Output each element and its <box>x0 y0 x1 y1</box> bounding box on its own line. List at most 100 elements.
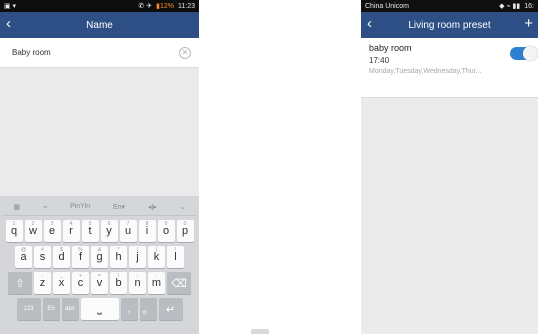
back-icon[interactable]: ‹ <box>367 16 372 32</box>
enter-key[interactable]: ↵ <box>158 298 183 320</box>
preset-list-screen: China Unicom ◆ ⌁ ▮▮ 16: ‹ Living room pr… <box>361 0 538 334</box>
toggle-knob <box>523 46 538 61</box>
key-x[interactable]: _ x <box>53 272 70 294</box>
key-j[interactable]: (j <box>129 246 146 268</box>
key-alt: 9 <box>164 221 168 227</box>
back-icon[interactable]: ‹ <box>6 16 11 32</box>
key-alt: ( <box>136 247 139 253</box>
name-input-row[interactable]: Baby room ✕ <box>0 38 199 68</box>
key-e[interactable]: 3e <box>43 220 61 242</box>
period-key[interactable]: 。 <box>139 298 157 320</box>
key-a[interactable]: @ a <box>15 246 32 268</box>
status-bar: ▣ ▾ ✆ ✈ ▮12% 11:23 <box>0 0 199 12</box>
key-alt: / <box>117 273 120 279</box>
keyboard-pinyin-toggle[interactable]: PinYin <box>70 203 90 210</box>
key-n[interactable]: ; n <box>129 272 146 294</box>
key-label: abc <box>65 306 75 312</box>
battery-icon: ▮12% <box>156 3 174 10</box>
signal-icons: ✆ ✈ <box>138 3 153 10</box>
keyboard-toolbar: ▦ ⌁ PinYin En▾ ◂|▸ ⌄ <box>2 198 197 216</box>
carrier-name: China Unicom <box>365 2 409 10</box>
key-alt: 3 <box>50 221 54 227</box>
keyboard-grid-icon[interactable]: ▦ <box>13 203 20 211</box>
keyboard-hide-icon[interactable]: ⌄ <box>180 203 186 211</box>
signal-icons: ◆ ⌁ ▮▮ <box>499 3 521 10</box>
keyboard-voice-icon[interactable]: ⌁ <box>43 203 47 211</box>
key-alt: 8 <box>145 221 149 227</box>
keyboard-cursor-icon[interactable]: ◂|▸ <box>148 203 157 211</box>
key-w[interactable]: 2w <box>24 220 42 242</box>
key-t[interactable]: 5t <box>81 220 99 242</box>
page-title: Name <box>86 19 113 31</box>
numbers-key[interactable]: 123 <box>16 298 41 320</box>
keyboard-row-1: 1q 2w 3e 4r 5t 6y 7u 8i 9o 0p <box>2 220 197 242</box>
key-alt: & <box>97 247 102 253</box>
backspace-icon: ⌫ <box>171 277 187 290</box>
title-bar: ‹ Living room preset + <box>361 12 538 38</box>
key-alt: $ <box>60 247 63 253</box>
preset-name: baby room <box>369 43 412 53</box>
keyboard-language-toggle[interactable]: En▾ <box>113 203 125 211</box>
key-h[interactable]: * h <box>110 246 127 268</box>
key-l[interactable]: ! l <box>167 246 184 268</box>
status-bar-left: China Unicom <box>365 3 409 10</box>
key-label: En <box>47 306 55 312</box>
key-alt: ! <box>174 247 177 253</box>
key-r[interactable]: 4r <box>62 220 80 242</box>
key-g[interactable]: & g <box>91 246 108 268</box>
add-icon[interactable]: + <box>524 15 533 32</box>
status-bar-right: ✆ ✈ ▮12% 11:23 <box>138 2 195 11</box>
space-key[interactable]: ⎵ <box>80 298 119 320</box>
page-title: Living room preset <box>408 19 491 31</box>
key-alt: # <box>41 247 44 253</box>
keyboard-row-4: 123 En abc ⎵ , 。 ↵ <box>2 298 197 320</box>
key-f[interactable]: % f <box>72 246 89 268</box>
name-edit-screen: ▣ ▾ ✆ ✈ ▮12% 11:23 ‹ Name Baby room ✕ ▦ … <box>0 0 199 334</box>
key-label: , <box>127 303 131 315</box>
keyboard-row-2: @ a # s $ d % f & g * h (j ) k ! l <box>2 246 197 268</box>
key-o[interactable]: 9o <box>157 220 175 242</box>
preset-list-item[interactable]: baby room 17:40 Monday,Tuesday,Wednesday… <box>361 38 538 98</box>
key-alt: ; <box>136 273 139 279</box>
comma-key[interactable]: , <box>120 298 138 320</box>
key-m[interactable]: :m <box>148 272 165 294</box>
shift-icon: ⇧ <box>15 277 25 290</box>
notification-icons: ▣ ▾ <box>4 3 17 10</box>
key-alt: 0 <box>183 221 187 227</box>
language-key[interactable]: En <box>42 298 60 320</box>
key-z[interactable]: -z <box>34 272 51 294</box>
key-alt: 5 <box>88 221 92 227</box>
key-b[interactable]: / b <box>110 272 127 294</box>
key-p[interactable]: 0p <box>176 220 194 242</box>
key-v[interactable]: = v <box>91 272 108 294</box>
key-alt: 6 <box>107 221 111 227</box>
key-s[interactable]: # s <box>34 246 51 268</box>
name-input[interactable]: Baby room <box>12 48 51 57</box>
key-label: 123 <box>23 306 34 312</box>
preset-enable-toggle[interactable] <box>510 46 538 61</box>
key-alt: @ <box>20 247 27 253</box>
key-d[interactable]: $ d <box>53 246 70 268</box>
key-alt: + <box>79 273 82 279</box>
shift-key[interactable]: ⇧ <box>8 272 32 294</box>
key-alt: - <box>41 273 44 279</box>
key-k[interactable]: ) k <box>148 246 165 268</box>
key-alt: 1 <box>12 221 16 227</box>
key-alt: : <box>155 273 158 279</box>
key-label: 。 <box>142 304 154 316</box>
center-separator-mark <box>251 329 269 334</box>
key-u[interactable]: 7u <box>119 220 137 242</box>
backspace-key[interactable]: ⌫ <box>167 272 191 294</box>
status-bar-left: ▣ ▾ <box>4 2 16 10</box>
key-alt: _ <box>60 273 63 279</box>
key-i[interactable]: 8i <box>138 220 156 242</box>
screenshot-stage: ▣ ▾ ✆ ✈ ▮12% 11:23 ‹ Name Baby room ✕ ▦ … <box>0 0 538 334</box>
key-c[interactable]: + c <box>72 272 89 294</box>
abc-key[interactable]: abc <box>61 298 79 320</box>
status-bar: China Unicom ◆ ⌁ ▮▮ 16: <box>361 0 538 12</box>
key-y[interactable]: 6y <box>100 220 118 242</box>
status-time: 16: <box>524 2 534 10</box>
clear-icon[interactable]: ✕ <box>179 46 191 59</box>
key-q[interactable]: 1q <box>5 220 23 242</box>
key-alt: % <box>78 247 83 253</box>
